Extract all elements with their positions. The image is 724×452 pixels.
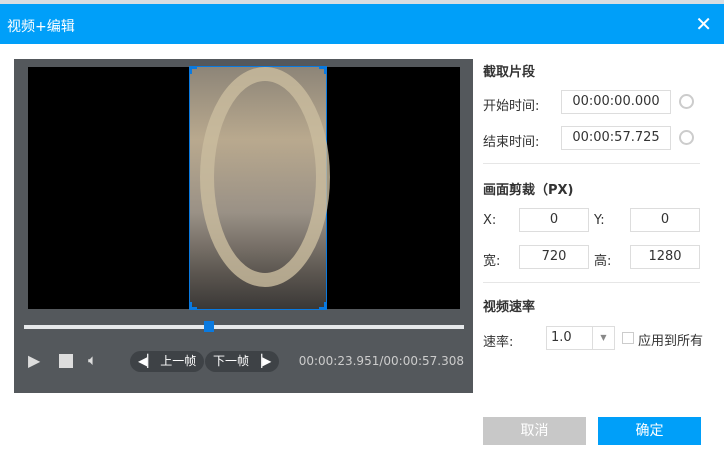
prev-frame-button[interactable]: ◀▏ 上一帧 bbox=[130, 351, 205, 372]
crop-heading: 画面剪裁（PX) bbox=[483, 183, 574, 198]
clock-icon[interactable] bbox=[679, 130, 694, 145]
width-label: 宽: bbox=[483, 254, 501, 269]
clock-icon[interactable] bbox=[679, 94, 694, 109]
apply-all-checkbox[interactable] bbox=[622, 332, 634, 344]
x-input[interactable]: 0 bbox=[519, 208, 589, 232]
start-time-input[interactable]: 00:00:00.000 bbox=[561, 90, 671, 114]
next-frame-button[interactable]: 下一帧 ▕▶ bbox=[205, 351, 280, 372]
divider bbox=[483, 163, 700, 164]
stop-icon[interactable] bbox=[59, 354, 73, 368]
speed-select[interactable]: 1.0 ▼ bbox=[546, 326, 615, 350]
next-icon: ▕▶ bbox=[252, 354, 272, 368]
clip-heading: 截取片段 bbox=[483, 65, 536, 80]
ok-button[interactable]: 确定 bbox=[598, 417, 701, 445]
prev-icon: ◀▏ bbox=[138, 354, 157, 368]
divider bbox=[483, 282, 700, 283]
seek-thumb[interactable] bbox=[203, 321, 214, 332]
time-readout: 00:00:23.951/00:00:57.308 bbox=[298, 354, 464, 368]
height-input[interactable]: 1280 bbox=[630, 245, 700, 269]
video-viewport bbox=[28, 66, 460, 310]
speed-heading: 视频速率 bbox=[483, 300, 536, 315]
y-input[interactable]: 0 bbox=[630, 208, 700, 232]
video-frame[interactable] bbox=[189, 66, 330, 310]
chevron-down-icon[interactable]: ▼ bbox=[592, 327, 614, 349]
speed-value: 1.0 bbox=[551, 330, 572, 345]
y-label: Y: bbox=[594, 213, 605, 228]
height-label: 高: bbox=[594, 254, 612, 269]
start-label: 开始时间: bbox=[483, 99, 540, 114]
end-time-input[interactable]: 00:00:57.725 bbox=[561, 126, 671, 150]
play-icon[interactable]: ▶ bbox=[28, 351, 40, 370]
video-content bbox=[200, 67, 330, 287]
dialog-title: 视频+编辑 bbox=[7, 19, 75, 35]
volume-icon[interactable]: 🔈︎ bbox=[88, 351, 97, 369]
speed-label: 速率: bbox=[483, 335, 514, 350]
title-bar: 视频+编辑 ✕ bbox=[0, 4, 724, 44]
video-player: ▶ 🔈︎ ◀▏ 上一帧 下一帧 ▕▶ 00:00:23.951/00:00:57… bbox=[14, 59, 473, 393]
crop-handle-tr[interactable] bbox=[319, 66, 327, 74]
width-input[interactable]: 720 bbox=[519, 245, 589, 269]
end-label: 结束时间: bbox=[483, 135, 540, 150]
crop-handle-br[interactable] bbox=[319, 302, 327, 310]
prev-frame-label: 上一帧 bbox=[160, 354, 197, 368]
close-icon[interactable]: ✕ bbox=[695, 12, 712, 36]
apply-all-label[interactable]: 应用到所有 bbox=[638, 330, 703, 349]
seek-bar[interactable] bbox=[24, 325, 464, 329]
next-frame-label: 下一帧 bbox=[213, 354, 250, 368]
crop-handle-tl[interactable] bbox=[189, 66, 197, 74]
cancel-button[interactable]: 取消 bbox=[483, 417, 586, 445]
x-label: X: bbox=[483, 213, 497, 228]
crop-handle-bl[interactable] bbox=[189, 302, 197, 310]
